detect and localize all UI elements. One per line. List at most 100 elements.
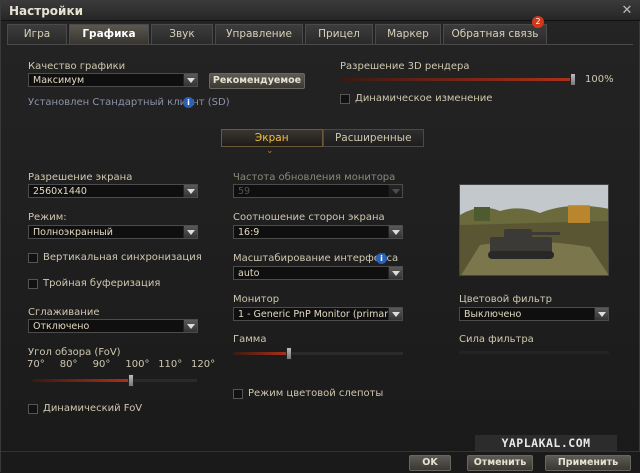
aa-label: Сглаживание — [28, 307, 100, 318]
refresh-label: Частота обновления монитора — [233, 172, 396, 183]
tab-label: Графика — [82, 28, 136, 40]
fov-label: Угол обзора (FoV) — [28, 347, 121, 358]
dynamic-fov-checkbox[interactable] — [28, 404, 38, 414]
tab-label: Игра — [23, 28, 51, 40]
fov-tick-label: 90° — [92, 359, 111, 370]
tab-marker[interactable]: Маркер — [375, 24, 441, 44]
resolution-label: Разрешение экрана — [28, 172, 133, 183]
refresh-select: 59 — [233, 184, 403, 198]
slider-thumb[interactable] — [570, 73, 576, 86]
fov-tick-label: 70° — [27, 359, 45, 370]
color-filter-select[interactable]: Выключено — [459, 307, 609, 321]
title-bar: Настройки ✕ — [1, 1, 640, 21]
aspect-value: 16:9 — [238, 227, 260, 238]
chevron-down-icon — [183, 226, 197, 238]
tab-controls[interactable]: Управление — [215, 24, 303, 44]
chevron-down-icon — [594, 308, 608, 320]
colorblind-checkbox[interactable] — [233, 389, 243, 399]
tab-bar: Игра Графика Звук Управление Прицел Марк… — [7, 16, 547, 44]
render-res-value: 100% — [585, 74, 614, 85]
fov-tick-label: 120° — [191, 359, 216, 370]
monitor-label: Монитор — [233, 294, 280, 305]
aspect-select[interactable]: 16:9 — [233, 225, 403, 239]
quality-label: Качество графики — [28, 61, 126, 72]
graphics-preview-image — [459, 184, 609, 276]
tab-crosshair[interactable]: Прицел — [305, 24, 373, 44]
triple-buffer-label: Тройная буферизация — [43, 278, 161, 289]
fov-tick-label: 110° — [158, 359, 183, 370]
tab-divider — [7, 44, 633, 45]
slider-fill — [340, 78, 576, 81]
apply-button[interactable]: Применить — [545, 455, 631, 471]
mode-value: Полноэкранный — [33, 227, 113, 238]
dynamic-change-label: Динамическое изменение — [355, 93, 493, 104]
mode-select[interactable]: Полноэкранный — [28, 225, 198, 239]
aa-value: Отключено — [33, 321, 90, 332]
color-filter-label: Цветовой фильтр — [459, 294, 552, 305]
info-icon[interactable]: i — [183, 97, 194, 108]
subtab-advanced[interactable]: Расширенные — [322, 129, 424, 147]
color-filter-value: Выключено — [464, 309, 522, 320]
quality-select[interactable]: Максимум — [28, 73, 198, 87]
monitor-value: 1 - Generic PnP Monitor (primary) — [238, 309, 398, 320]
fov-slider[interactable] — [33, 374, 197, 387]
aspect-label: Соотношение сторон экрана — [233, 212, 385, 223]
vsync-label: Вертикальная синхронизация — [43, 252, 202, 263]
settings-window: Настройки ✕ Игра Графика Звук Управление… — [0, 0, 640, 473]
tab-label: Обратная связь — [451, 28, 539, 40]
notification-badge: 2 — [532, 16, 544, 28]
render-res-label: Разрешение 3D рендера — [340, 61, 470, 72]
ui-scale-select[interactable]: auto — [233, 266, 403, 280]
chevron-down-icon — [183, 320, 197, 332]
dynamic-change-checkbox[interactable] — [340, 94, 350, 104]
tank-preview — [460, 185, 608, 275]
tab-label: Маркер — [387, 28, 429, 40]
resolution-value: 2560x1440 — [33, 186, 87, 197]
dynamic-fov-label: Динамический FoV — [43, 403, 143, 414]
tab-graphics[interactable]: Графика — [69, 24, 149, 44]
chevron-down-icon — [388, 267, 402, 279]
render-res-slider[interactable] — [340, 73, 576, 86]
filter-strength-label: Сила фильтра — [459, 334, 534, 345]
gamma-label: Гамма — [233, 334, 267, 345]
tab-feedback[interactable]: Обратная связь 2 — [443, 16, 547, 44]
vsync-checkbox[interactable] — [28, 253, 38, 263]
chevron-down-icon — [388, 185, 402, 197]
triple-buffer-checkbox[interactable] — [28, 279, 38, 289]
tab-label: Управление — [226, 28, 292, 40]
window-title: Настройки — [9, 4, 84, 18]
ui-scale-value: auto — [238, 268, 260, 279]
fov-tick-label: 80° — [59, 359, 78, 370]
filter-strength-slider — [459, 351, 609, 354]
chevron-down-icon — [388, 308, 402, 320]
tab-label: Звук — [169, 28, 195, 40]
fov-tick-label: 100° — [125, 359, 150, 370]
info-icon[interactable]: i — [376, 253, 387, 264]
subtab-switch: Экран Расширенные — [221, 129, 424, 147]
aa-select[interactable]: Отключено — [28, 319, 198, 333]
chevron-down-icon — [183, 74, 197, 86]
close-icon[interactable]: ✕ — [619, 3, 635, 19]
colorblind-label: Режим цветовой слепоты — [248, 388, 384, 399]
chevron-down-icon — [183, 185, 197, 197]
monitor-select[interactable]: 1 - Generic PnP Monitor (primary) — [233, 307, 403, 321]
slider-thumb[interactable] — [286, 347, 292, 360]
ui-scale-label: Масштабирование интерфейса — [233, 253, 399, 264]
cancel-button[interactable]: Отменить — [467, 455, 533, 471]
ok-button[interactable]: OK — [409, 455, 451, 471]
gamma-slider[interactable] — [233, 347, 403, 360]
watermark: YAPLAKAL.COM — [475, 435, 617, 451]
tab-game[interactable]: Игра — [7, 24, 67, 44]
tab-sound[interactable]: Звук — [151, 24, 213, 44]
quality-value: Максимум — [33, 75, 85, 86]
refresh-value: 59 — [238, 186, 251, 197]
slider-fill — [33, 379, 131, 382]
recommended-button[interactable]: Рекомендуемое — [209, 73, 305, 89]
tab-label: Прицел — [318, 28, 360, 40]
footer-bar: OK Отменить Применить — [1, 451, 640, 473]
client-info: Установлен Стандартный клиент (SD) — [28, 97, 230, 108]
chevron-down-icon — [388, 226, 402, 238]
resolution-select[interactable]: 2560x1440 — [28, 184, 198, 198]
subtab-screen[interactable]: Экран — [221, 129, 323, 147]
slider-thumb[interactable] — [128, 374, 134, 387]
